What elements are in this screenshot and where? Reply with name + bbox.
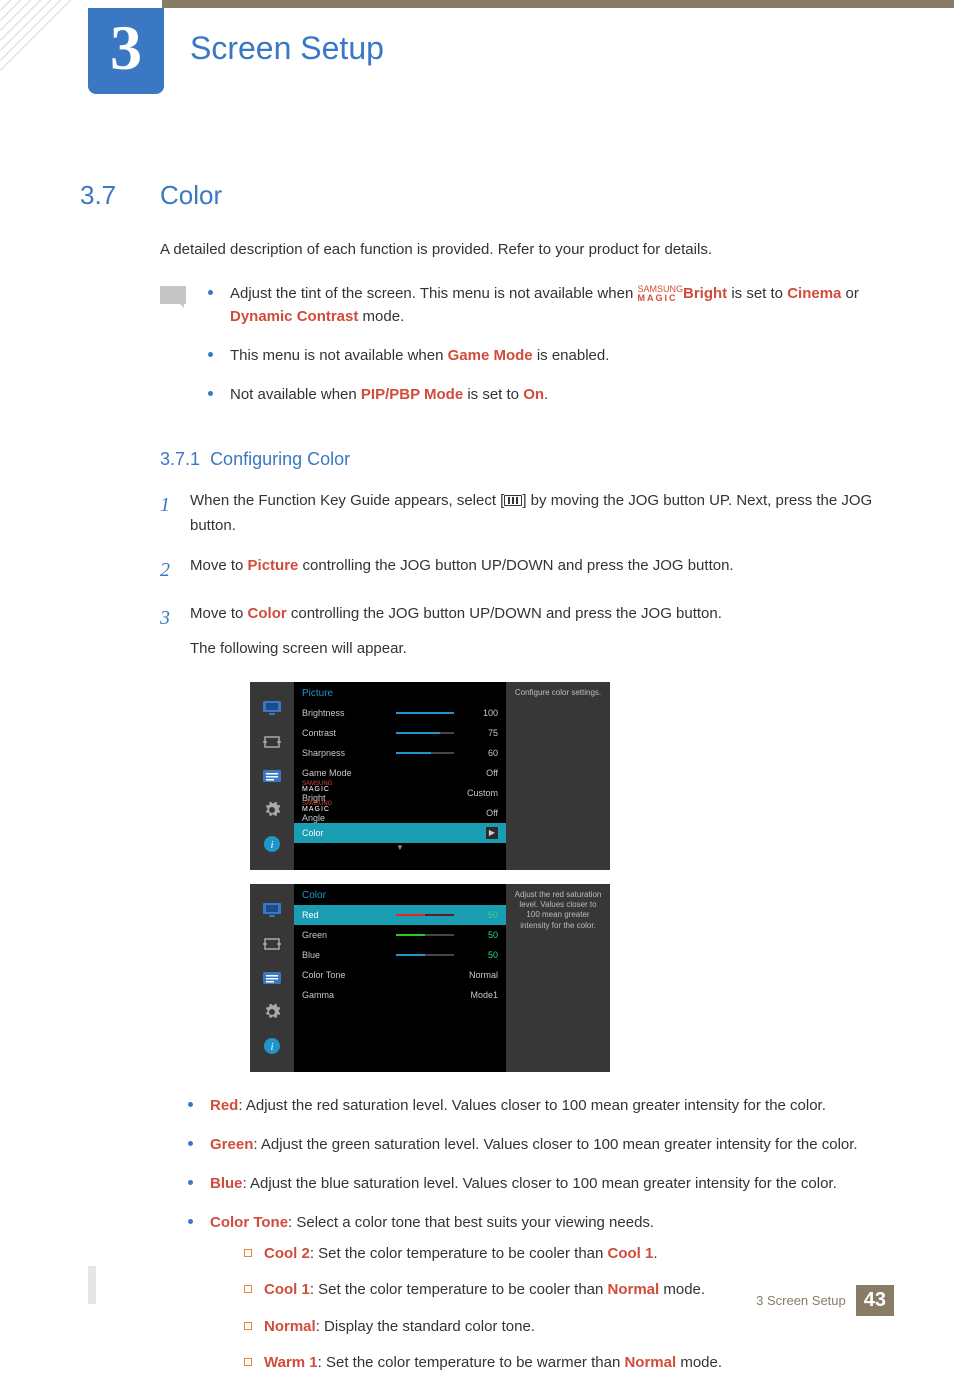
osd-row-colortone: Color ToneNormal [294,965,506,985]
section-number: 3.7 [80,180,160,211]
menu-icon [504,495,522,506]
step-number: 2 [160,553,190,587]
text: controlling the JOG button UP/DOWN and p… [298,557,733,574]
text: The following screen will appear. [190,636,894,662]
step-3: 3 Move to Color controlling the JOG butt… [160,601,894,662]
text: Adjust the tint of the screen. This menu… [230,285,637,302]
resize-icon [261,933,283,955]
osd-row-magicbright: SAMSUNGMAGICBrightCustom [294,783,506,803]
keyword: Color [248,605,287,622]
text: is set to [463,386,523,403]
osd-help-text: Configure color settings. [506,682,610,870]
gear-icon [261,1001,283,1023]
osd-row-contrast: Contrast75 [294,723,506,743]
footer-left-bar [88,1266,96,1304]
svg-text:i: i [270,839,273,851]
arrow-right-icon: ▶ [486,827,498,839]
chapter-title: Screen Setup [190,30,384,67]
text: . [544,386,548,403]
osd-row-blue: Blue50 [294,945,506,965]
monitor-icon [261,899,283,921]
osd-row-green: Green50 [294,925,506,945]
text: is set to [727,285,787,302]
text: When the Function Key Guide appears, sel… [190,492,504,509]
keyword: Picture [248,557,299,574]
sub-item: Warm 1: Set the color temperature to be … [240,1352,894,1375]
keyword: Dynamic Contrast [230,308,358,325]
intro-text: A detailed description of each function … [160,239,894,262]
info-icon: i [261,1035,283,1057]
osd-row-color-selected: Color▶ [294,823,506,843]
step-2: 2 Move to Picture controlling the JOG bu… [160,553,894,587]
svg-text:i: i [270,1041,273,1053]
text: Move to [190,557,248,574]
step-number: 3 [160,601,190,662]
osd-color-menu: i Color Red50 Green50 Blue50 Color ToneN… [250,884,610,1072]
gear-icon [261,799,283,821]
osd-row-gamma: GammaMode1 [294,985,506,1005]
keyword: Cinema [787,285,841,302]
osd-sidebar: i [250,884,294,1072]
osd-row-red-selected: Red50 [294,905,506,925]
section-title: Color [160,180,222,211]
keyword: Game Mode [448,347,533,364]
note-item: Not available when PIP/PBP Mode is set t… [200,383,894,406]
osd-row-brightness: Brightness100 [294,703,506,723]
text: Not available when [230,386,361,403]
chapter-number-badge: 3 [88,8,164,94]
footer-page-number: 43 [856,1285,894,1316]
osd-title: Color [294,884,506,905]
list-icon [261,967,283,989]
desc-item: Blue: Adjust the blue saturation level. … [180,1172,894,1195]
text: or [841,285,859,302]
sub-item: Cool 2: Set the color temperature to be … [240,1243,894,1266]
note-item: This menu is not available when Game Mod… [200,344,894,367]
subsection-heading: 3.7.1 Configuring Color [160,449,894,470]
monitor-icon [261,697,283,719]
step-1: 1 When the Function Key Guide appears, s… [160,488,894,539]
osd-sidebar: i [250,682,294,870]
note-item: Adjust the tint of the screen. This menu… [200,282,894,329]
osd-row-gamemode: Game ModeOff [294,763,506,783]
scroll-down-icon: ▼ [294,843,506,853]
sub-item: Normal: Display the standard color tone. [240,1316,894,1339]
keyword: Bright [683,285,727,302]
samsung-magic-label: SAMSUNGMAGIC [637,285,683,301]
desc-item: Green: Adjust the green saturation level… [180,1133,894,1156]
osd-row-magicangle: SAMSUNGMAGICAngleOff [294,803,506,823]
info-icon: i [261,833,283,855]
desc-item: Red: Adjust the red saturation level. Va… [180,1094,894,1117]
osd-title: Picture [294,682,506,703]
text: controlling the JOG button UP/DOWN and p… [287,605,722,622]
keyword: PIP/PBP Mode [361,386,463,403]
step-number: 1 [160,488,190,539]
text: This menu is not available when [230,347,448,364]
keyword: On [523,386,544,403]
resize-icon [261,731,283,753]
list-icon [261,765,283,787]
text: Move to [190,605,248,622]
text: mode. [358,308,404,325]
footer-section: 3 Screen Setup [756,1293,846,1308]
osd-row-sharpness: Sharpness60 [294,743,506,763]
osd-picture-menu: i Picture Brightness100 Contrast75 Sharp… [250,682,610,870]
osd-help-text: Adjust the red saturation level. Values … [506,884,610,1072]
text: is enabled. [533,347,610,364]
note-icon [160,286,186,304]
header-bar [162,0,954,8]
